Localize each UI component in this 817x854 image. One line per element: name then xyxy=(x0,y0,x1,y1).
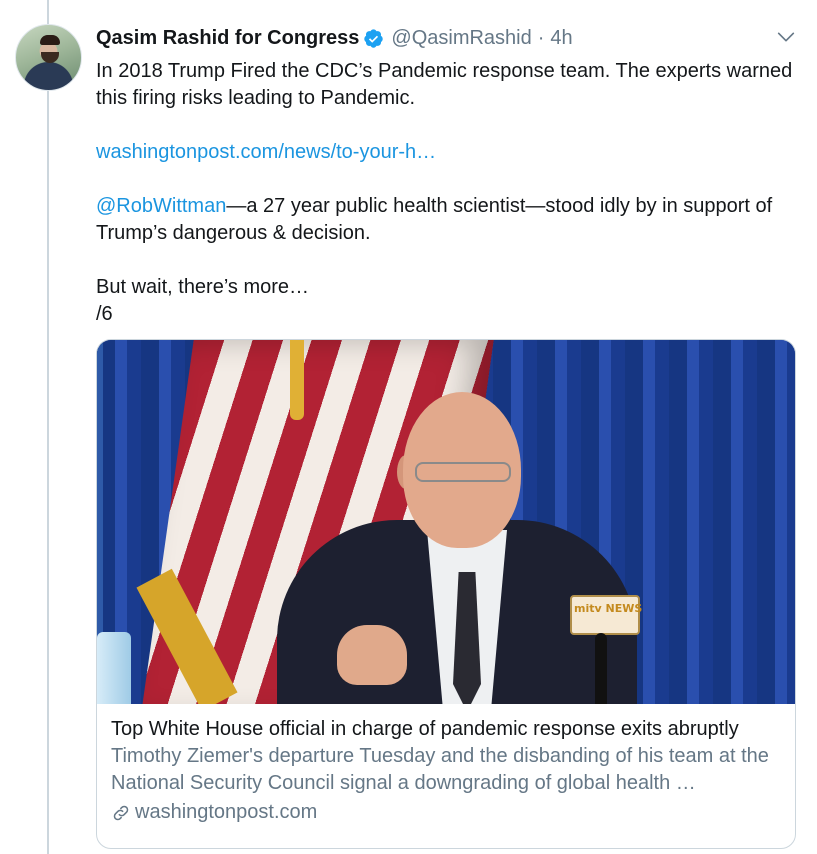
tweet-header: Qasim Rashid for Congress @QasimRashid ·… xyxy=(96,26,573,50)
microphone xyxy=(595,633,607,704)
card-domain-text[interactable]: washingtonpost.com xyxy=(135,799,317,826)
link-preview-card[interactable]: mitv NEWS Top White House official in ch… xyxy=(96,339,796,849)
man-glasses xyxy=(415,462,511,482)
tweet-paragraph-3: @RobWittman—a 27 year public health scie… xyxy=(96,193,796,247)
avatar[interactable] xyxy=(15,24,82,91)
tweet-timestamp[interactable]: 4h xyxy=(550,26,572,50)
mention-link[interactable]: @RobWittman xyxy=(96,195,226,217)
card-domain[interactable]: washingtonpost.com xyxy=(111,799,781,826)
tweet-link[interactable]: washingtonpost.com/news/to-your-h… xyxy=(96,141,436,163)
separator-dot: · xyxy=(537,27,545,49)
chevron-down-icon[interactable] xyxy=(775,26,797,48)
water-bottle xyxy=(97,632,131,704)
flag-tassel xyxy=(290,340,304,420)
verified-badge-icon xyxy=(364,28,384,48)
mic-logo: mitv NEWS xyxy=(574,602,643,615)
card-description: Timothy Ziemer's departure Tuesday and t… xyxy=(111,745,769,794)
tweet-paragraph-4: But wait, there’s more… xyxy=(96,276,310,298)
man-hand xyxy=(337,625,407,685)
avatar-beard xyxy=(41,52,59,63)
avatar-hair xyxy=(40,35,60,45)
tweet-paragraph-5: /6 xyxy=(96,303,113,325)
card-title[interactable]: Top White House official in charge of pa… xyxy=(111,716,781,743)
card-body: Top White House official in charge of pa… xyxy=(97,704,795,826)
tweet-paragraph-1: In 2018 Trump Fired the CDC’s Pandemic r… xyxy=(96,60,793,109)
thread-line xyxy=(47,0,49,854)
link-icon xyxy=(113,805,129,820)
tweet-text: In 2018 Trump Fired the CDC’s Pandemic r… xyxy=(96,58,796,328)
author-name[interactable]: Qasim Rashid for Congress xyxy=(96,26,359,50)
card-image[interactable]: mitv NEWS xyxy=(97,340,795,704)
microphone-flag xyxy=(570,595,640,635)
author-handle[interactable]: @QasimRashid xyxy=(391,26,531,50)
